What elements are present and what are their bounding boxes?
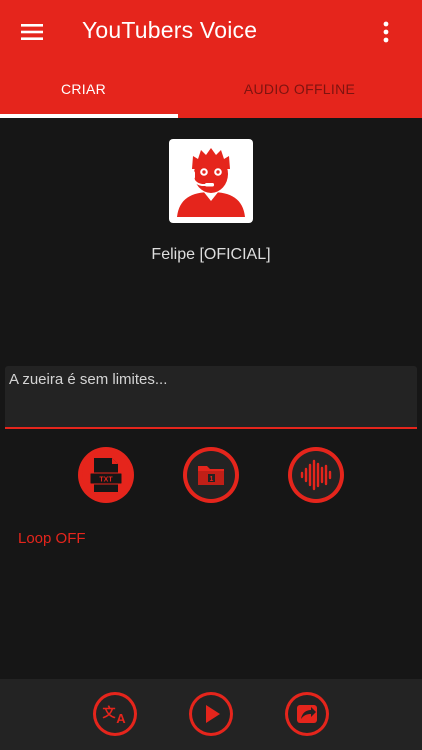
channel-name: Felipe [OFICIAL] [151,246,271,263]
hamburger-icon [21,24,43,40]
speech-text-input[interactable]: A zueira é sem limites... [5,366,417,429]
translate-icon: 文 A [102,705,126,726]
tab-criar[interactable]: CRIAR [0,81,189,97]
share-icon [297,705,317,723]
loop-toggle[interactable]: Loop OFF [18,530,86,547]
txt-file-icon: TXT [89,458,123,492]
voice-waveform-button[interactable] [288,447,344,503]
txt-file-button[interactable]: TXT [78,447,134,503]
bottom-toolbar: 文 A [0,679,422,750]
waveform-icon [300,459,332,491]
app-title: YouTubers Voice [82,17,258,43]
overflow-menu-button[interactable] [374,19,398,45]
avatar[interactable] [169,139,253,223]
svg-text:1: 1 [210,476,214,483]
svg-text:文: 文 [102,705,116,721]
person-headset-icon [177,148,245,217]
folder-icon: 1 [198,466,224,485]
more-vertical-icon [383,21,389,43]
tab-audio-offline[interactable]: AUDIO OFFLINE [194,81,405,97]
share-button[interactable] [285,692,329,736]
menu-button[interactable] [18,20,46,44]
tab-indicator [0,114,178,118]
translate-button[interactable]: 文 A [93,692,137,736]
open-folder-button[interactable]: 1 [183,447,239,503]
svg-text:A: A [116,711,126,726]
svg-text:TXT: TXT [99,477,113,484]
play-icon [206,705,220,723]
play-button[interactable] [189,692,233,736]
app-bar: YouTubers Voice CRIAR AUDIO OFFLINE [0,0,422,118]
